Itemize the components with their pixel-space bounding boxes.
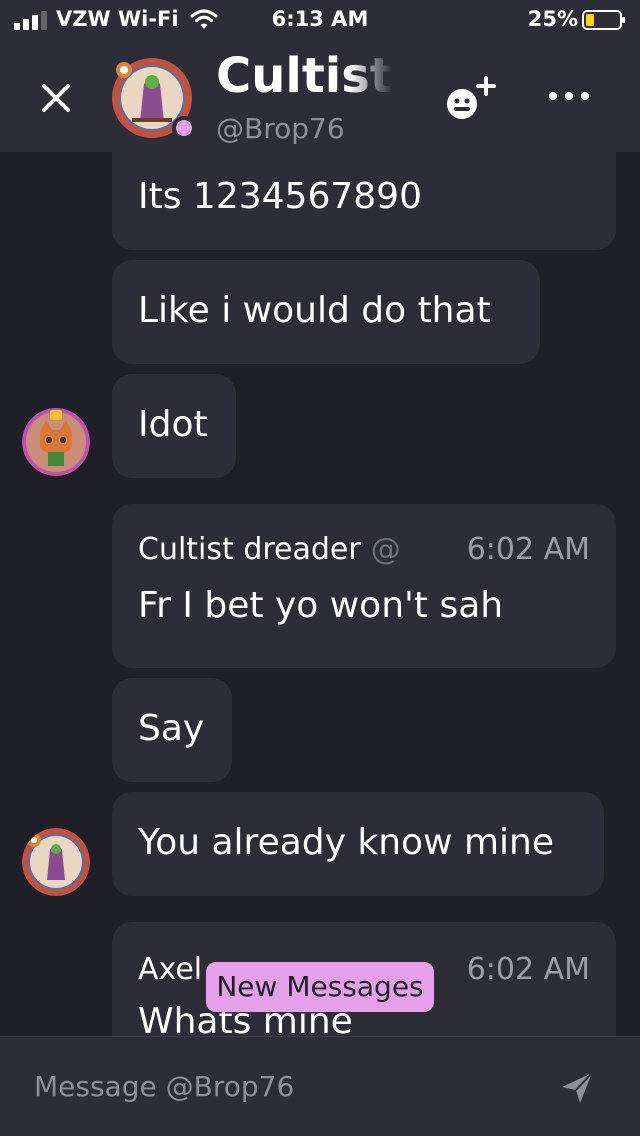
- message-bubble[interactable]: Say: [112, 678, 232, 782]
- message-bubble[interactable]: Like i would do that: [112, 260, 540, 364]
- new-messages-button[interactable]: New Messages: [206, 962, 434, 1012]
- message-list[interactable]: Its 1234567890 Like i would do that Idot…: [0, 152, 640, 1036]
- send-icon[interactable]: [560, 1071, 594, 1105]
- message-header: Cultist dreader @B 6:02 AM: [138, 532, 590, 567]
- message-input[interactable]: [32, 1065, 536, 1107]
- status-bar: VZW Wi-Fi 6:13 AM 25%: [0, 0, 640, 40]
- message-text: Like i would do that: [138, 290, 491, 331]
- battery-percent: 25%: [527, 7, 578, 31]
- add-friend-icon[interactable]: [442, 74, 498, 124]
- presence-indicator: [172, 116, 196, 140]
- more-icon[interactable]: [546, 84, 592, 108]
- message-bubble[interactable]: Cultist dreader @B 6:02 AM Fr I bet yo w…: [112, 504, 616, 668]
- message-bubble[interactable]: You already know mine: [112, 792, 604, 896]
- battery-icon: [582, 10, 625, 30]
- message-bubble[interactable]: Its 1234567890: [112, 152, 616, 250]
- message-text: You already know mine: [138, 822, 554, 863]
- message-time: 6:02 AM: [466, 532, 590, 567]
- avatar[interactable]: [22, 408, 90, 476]
- avatar[interactable]: [22, 828, 90, 896]
- close-icon[interactable]: [36, 78, 76, 118]
- conversation-header: Cultist @Brop76: [0, 40, 640, 152]
- message-author[interactable]: Axel: [138, 952, 202, 987]
- message-author[interactable]: Cultist dreader: [138, 532, 361, 567]
- message-text: Its 1234567890: [138, 176, 422, 217]
- message-time: 6:02 AM: [466, 952, 590, 987]
- message-text: Fr I bet yo won't sah: [138, 585, 504, 626]
- title-fade: [350, 52, 410, 108]
- message-handle: @B: [370, 532, 403, 567]
- message-text: Say: [138, 708, 205, 749]
- message-composer: [0, 1036, 640, 1136]
- message-bubble[interactable]: Idot: [112, 374, 236, 478]
- message-text: Idot: [138, 404, 208, 445]
- conversation-handle[interactable]: @Brop76: [216, 112, 345, 145]
